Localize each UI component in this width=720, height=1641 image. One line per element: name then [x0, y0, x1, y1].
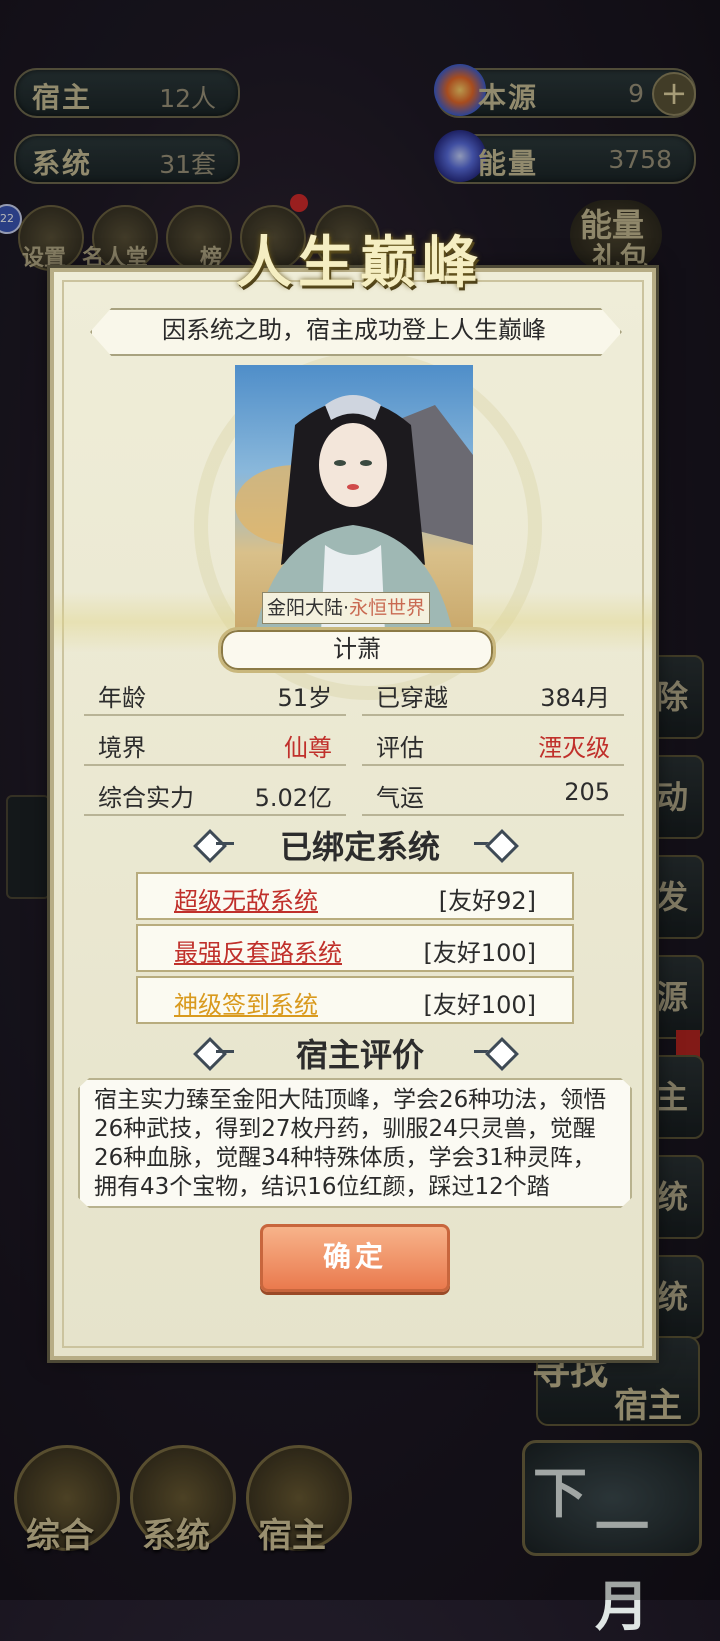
system-name-3[interactable]: 神级签到系统	[174, 985, 318, 1020]
character-name: 计萧	[218, 627, 496, 673]
stat-age-row: 年龄 51岁	[84, 670, 346, 716]
world-continent: 金阳大陆	[267, 597, 344, 619]
stat-realm-key: 境界	[98, 734, 146, 762]
stat-traveled-row: 已穿越 384月	[362, 670, 624, 716]
modal-title: 人生巅峰	[236, 230, 484, 296]
stat-power-value: 5.02亿	[254, 784, 332, 812]
stat-rating-key: 评估	[376, 734, 424, 762]
stat-realm-row: 境界 仙尊	[84, 720, 346, 766]
stat-traveled-key: 已穿越	[376, 684, 448, 712]
system-name-1[interactable]: 超级无敌系统	[174, 881, 318, 916]
stat-realm-value: 仙尊	[284, 734, 332, 762]
confirm-button[interactable]: 确定	[260, 1224, 450, 1292]
world-tag: 金阳大陆·永恒世界	[262, 592, 431, 624]
system-row-1[interactable]: 超级无敌系统 [友好92]	[136, 872, 574, 920]
stat-rating-row: 评估 湮灭级	[362, 720, 624, 766]
world-realm: 永恒世界	[349, 597, 426, 619]
stat-luck-value: 205	[564, 778, 610, 806]
stat-luck-key: 气运	[376, 784, 424, 812]
system-friendship-3: [友好100]	[423, 991, 536, 1019]
stat-power-row: 综合实力 5.02亿	[84, 770, 346, 816]
evaluation-title: 宿主评价	[295, 1036, 424, 1074]
evaluation-text: 宿主实力臻至金阳大陆顶峰，学会26种功法，领悟26种武技，得到27枚丹药，驯服2…	[94, 1087, 607, 1200]
system-friendship-2: [友好100]	[423, 939, 536, 967]
system-row-3[interactable]: 神级签到系统 [友好100]	[136, 976, 574, 1024]
bound-systems-title: 已绑定系统	[279, 828, 440, 866]
system-name-2[interactable]: 最强反套路系统	[174, 933, 342, 968]
evaluation-box[interactable]: 宿主实力臻至金阳大陆顶峰，学会26种功法，领悟26种武技，得到27枚丹药，驯服2…	[78, 1078, 632, 1208]
system-row-2[interactable]: 最强反套路系统 [友好100]	[136, 924, 574, 972]
stat-age-key: 年龄	[98, 684, 146, 712]
system-friendship-1: [友好92]	[438, 887, 536, 915]
banner-text: 因系统之助，宿主成功登上人生巅峰	[162, 316, 546, 344]
stat-traveled-value: 384月	[540, 684, 610, 712]
stat-power-key: 综合实力	[98, 784, 194, 812]
stat-luck-row: 气运 205	[362, 770, 624, 816]
stat-rating-value: 湮灭级	[538, 734, 610, 762]
stat-age-value: 51岁	[277, 684, 332, 712]
